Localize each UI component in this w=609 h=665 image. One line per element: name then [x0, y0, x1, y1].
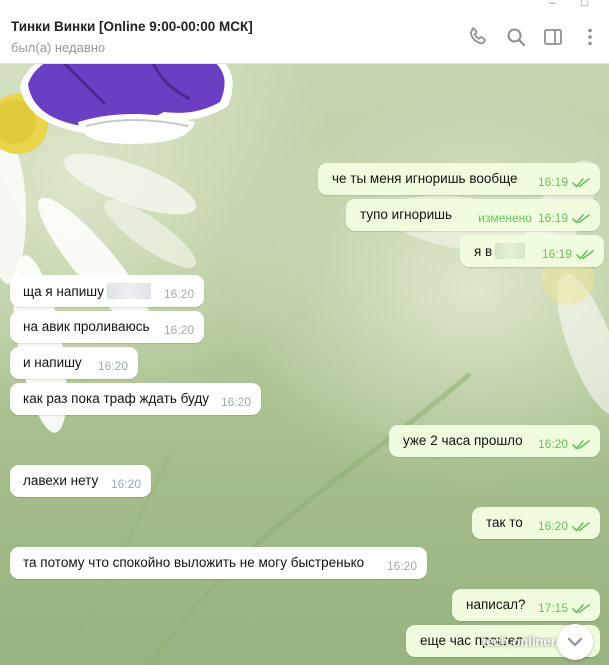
message-text: и напишу	[23, 355, 82, 370]
message-meta: 16:20	[221, 395, 251, 409]
message-text: та потому что спокойно выложить не могу …	[23, 555, 365, 570]
message-time: 16:19	[541, 247, 572, 261]
message-meta: 16:20	[387, 559, 417, 573]
message-bubble-incoming[interactable]: та потому что спокойно выложить не могу …	[10, 547, 427, 579]
message-text: лавехи нету	[23, 473, 99, 488]
message-meta: 16:20	[538, 519, 590, 533]
message-bubble-incoming[interactable]: лавехи нету 16:20	[10, 465, 151, 497]
message-time: 16:20	[97, 359, 128, 373]
message-time: 17:15	[537, 601, 568, 615]
message-time: 16:20	[163, 323, 194, 337]
message-bubble-outgoing[interactable]: тупо игноришь изменено 16:19	[346, 199, 600, 231]
message-time: 16:20	[386, 559, 417, 573]
message-time: 16:20	[537, 437, 568, 451]
chevron-down-icon	[567, 637, 583, 647]
message-time: 16:20	[220, 395, 251, 409]
more-vertical-icon[interactable]	[578, 25, 602, 49]
message-area[interactable]: че ты меня игноришь вообще 16:19 тупо иг…	[0, 64, 609, 665]
message-text-wrap: я в	[474, 243, 526, 259]
message-meta: 16:19	[538, 175, 590, 189]
window-titlebar: – □	[0, 0, 609, 10]
maximize-button[interactable]: □	[581, 0, 588, 8]
message-text: ща я напишу	[23, 284, 104, 299]
message-bubble-incoming[interactable]: ща я напишу 16:20	[10, 275, 204, 307]
message-text: так то	[486, 515, 523, 530]
message-time: 16:20	[163, 287, 194, 301]
message-text: че ты меня игноришь вообще	[332, 171, 518, 186]
sticker-image	[20, 64, 233, 144]
message-bubble-incoming[interactable]: как раз пока траф ждать буду 16:20	[10, 383, 261, 415]
message-bubble-outgoing[interactable]: так то 16:20	[472, 507, 600, 539]
redacted-blur	[106, 283, 151, 299]
message-time: 16:20	[110, 477, 141, 491]
minimize-button[interactable]: –	[549, 0, 556, 8]
message-text: уже 2 часа прошло	[403, 433, 523, 448]
message-meta: 16:20	[164, 287, 194, 301]
double-check-icon	[572, 213, 590, 223]
message-time: 16:19	[537, 175, 568, 189]
message-time: 16:20	[537, 519, 568, 533]
message-bubble-incoming[interactable]: и напишу 16:20	[10, 347, 138, 379]
double-check-icon	[572, 603, 590, 613]
message-bubble-outgoing[interactable]: написал? 17:15	[452, 589, 600, 621]
chat-header: Тинки Винки [Online 9:00-00:00 МСК] был(…	[0, 10, 609, 64]
message-text: я в	[474, 244, 493, 259]
message-bubble-outgoing[interactable]: уже 2 часа прошло 16:20	[389, 425, 600, 457]
double-check-icon	[576, 249, 594, 259]
message-text: как раз пока траф ждать буду	[23, 391, 209, 406]
double-check-icon	[572, 521, 590, 531]
phone-icon[interactable]	[466, 25, 490, 49]
sidebar-toggle-icon[interactable]	[541, 25, 565, 49]
message-text: на авик проливаюсь	[23, 319, 150, 334]
message-text-wrap: ща я напишу	[23, 283, 151, 299]
message-meta: 16:20	[164, 323, 194, 337]
chat-title[interactable]: Тинки Винки [Online 9:00-00:00 МСК]	[11, 19, 253, 34]
message-meta: 16:20	[538, 437, 590, 451]
message-bubble-outgoing[interactable]: че ты меня игноришь вообще 16:19	[318, 163, 600, 195]
double-check-icon	[572, 177, 590, 187]
message-bubble-incoming[interactable]: на авик проливаюсь 16:20	[10, 311, 204, 343]
message-meta: 17:15	[538, 601, 590, 615]
double-check-icon	[572, 439, 590, 449]
chat-status: был(а) недавно	[11, 40, 106, 55]
message-meta: изменено 16:19	[478, 211, 590, 225]
scroll-to-bottom-button[interactable]	[557, 624, 593, 660]
message-meta: 16:20	[111, 477, 141, 491]
edited-label: изменено	[478, 211, 532, 225]
message-meta: 16:20	[98, 359, 128, 373]
message-time: 16:19	[537, 211, 568, 225]
message-meta: 16:19	[542, 247, 594, 261]
message-bubble-outgoing[interactable]: я в 16:19	[460, 235, 604, 267]
message-text: тупо игноришь	[360, 207, 452, 222]
redacted-blur	[495, 243, 526, 259]
message-text: написал?	[466, 597, 526, 612]
search-icon[interactable]	[504, 25, 528, 49]
